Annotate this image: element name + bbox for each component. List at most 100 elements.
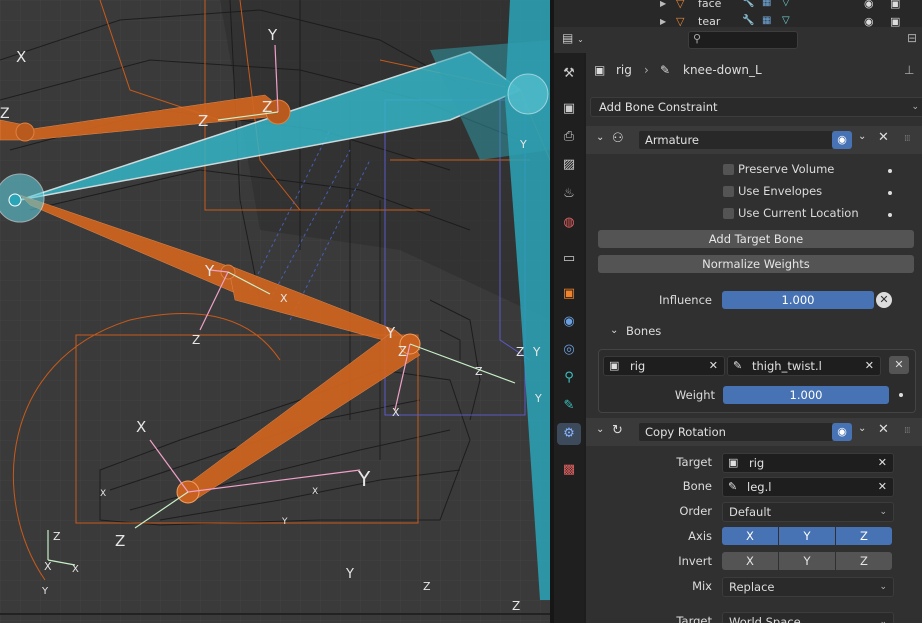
target-bone-field[interactable]: ✎ thigh_twist.l ✕ <box>727 356 881 376</box>
svg-text:Z: Z <box>398 345 407 360</box>
svg-text:Z: Z <box>512 599 520 613</box>
use-envelopes-checkbox[interactable] <box>723 186 734 197</box>
pin-icon[interactable]: ⊥ <box>904 63 914 77</box>
svg-text:Y: Y <box>345 567 354 582</box>
collapse-arrow-icon[interactable]: ⌄ <box>596 424 604 435</box>
axis-y-toggle[interactable]: Y <box>779 527 835 545</box>
disable-keep-transform-icon[interactable]: ✕ <box>876 292 892 308</box>
weight-slider[interactable]: 1.000 <box>723 386 889 404</box>
world-icon[interactable]: ◍ <box>557 212 581 234</box>
svg-text:Z: Z <box>192 333 200 347</box>
svg-text:Z: Z <box>0 106 10 122</box>
collapse-arrow-icon[interactable]: ⌄ <box>610 325 618 336</box>
breadcrumb-bone: knee-down_L <box>683 63 762 77</box>
collapse-arrow-icon[interactable]: ⌄ <box>596 132 604 143</box>
svg-text:X: X <box>312 487 318 497</box>
copy-rotation-icon: ↻ <box>612 423 623 438</box>
physics-icon[interactable]: ◎ <box>557 339 581 361</box>
bone-icon: ✎ <box>728 480 738 493</box>
close-icon[interactable]: ✕ <box>878 422 889 437</box>
target-object-field[interactable]: ▣ rig ✕ <box>603 356 725 376</box>
svg-text:Z: Z <box>198 112 208 130</box>
scene-icon[interactable]: ♨ <box>557 183 581 205</box>
constraint-name-field[interactable]: Armature <box>638 130 834 150</box>
svg-text:Z: Z <box>262 98 272 116</box>
svg-text:Y: Y <box>41 586 49 597</box>
pin-icon[interactable]: ⊟ <box>907 31 917 45</box>
wrench-icon: 🔧 <box>742 15 755 26</box>
chevron-down-icon[interactable]: ⌄ <box>858 423 866 434</box>
keyframe-dot-icon[interactable] <box>888 169 892 173</box>
outliner-row[interactable]: ▶ ▽ face 🔧 ▦ ▽ ◉ ▣ <box>554 0 922 13</box>
bone-constraint-icon[interactable]: ⚙ <box>557 423 581 445</box>
order-dropdown[interactable]: Default ⌄ <box>722 502 894 522</box>
axis-x-toggle[interactable]: X <box>722 527 778 545</box>
add-target-bone-button[interactable]: Add Target Bone <box>598 230 914 248</box>
camera-icon[interactable]: ▣ <box>890 0 900 10</box>
expand-arrow-icon[interactable]: ▶ <box>660 0 666 8</box>
output-icon[interactable]: ⎙ <box>557 126 581 148</box>
collection-icon[interactable]: ▭ <box>557 248 581 270</box>
outliner[interactable]: ▶ ▽ face 🔧 ▦ ▽ ◉ ▣ ▶ ▽ tear 🔧 ▦ ▽ ◉ ▣ <box>554 0 922 28</box>
data-icon[interactable]: ⚲ <box>557 367 581 389</box>
eye-icon[interactable]: ◉ <box>832 131 852 149</box>
keyframe-dot-icon[interactable] <box>888 191 892 195</box>
render-icon[interactable]: ▣ <box>557 98 581 120</box>
chevron-down-icon[interactable]: ⌄ <box>858 131 866 142</box>
eye-icon[interactable]: ◉ <box>864 0 874 10</box>
clear-icon[interactable]: ✕ <box>709 357 718 375</box>
invert-z-toggle[interactable]: Z <box>836 552 892 570</box>
invert-y-toggle[interactable]: Y <box>779 552 835 570</box>
clear-icon[interactable]: ✕ <box>865 357 874 375</box>
target-bone-field[interactable]: ✎ leg.l ✕ <box>722 477 894 497</box>
bone-icon[interactable]: ✎ <box>557 395 581 417</box>
svg-text:Y: Y <box>204 262 215 280</box>
svg-text:Z: Z <box>115 532 125 550</box>
drag-handle-icon[interactable]: ⁞⁞⁞ <box>904 426 911 436</box>
svg-text:Z: Z <box>516 345 524 359</box>
svg-text:Y: Y <box>357 467 371 491</box>
axis-z-toggle[interactable]: Z <box>836 527 892 545</box>
texture-icon[interactable]: ▩ <box>557 459 581 481</box>
view-layer-icon[interactable]: ▨ <box>557 154 581 176</box>
clear-icon[interactable]: ✕ <box>878 454 887 472</box>
clear-icon[interactable]: ✕ <box>878 478 887 496</box>
modifier-icon[interactable]: ◉ <box>557 311 581 333</box>
copy-rotation-constraint-header[interactable]: ⌄ ↻ Copy Rotation ◉ ⌄ ✕ ⁞⁞⁞ <box>586 418 922 446</box>
target-object-field[interactable]: ▣ rig ✕ <box>722 453 894 473</box>
close-icon[interactable]: ✕ <box>878 130 889 145</box>
keyframe-dot-icon[interactable] <box>899 393 903 397</box>
search-input[interactable]: ⚲ <box>688 31 798 49</box>
editor-type-button[interactable]: ▤ ⌄ <box>562 31 590 49</box>
add-bone-constraint-button[interactable]: Add Bone Constraint ⌄ <box>590 97 922 117</box>
armature-constraint-header[interactable]: ⌄ ⚇ Armature ◉ ⌄ ✕ ⁞⁞⁞ <box>586 126 922 154</box>
invert-x-toggle[interactable]: X <box>722 552 778 570</box>
keyframe-dot-icon[interactable] <box>888 213 892 217</box>
normalize-weights-button[interactable]: Normalize Weights <box>598 255 914 273</box>
viewport-canvas[interactable]: X Y Z Z Y X Z Y Z X Y Z Y Z Y X Z Y X Z … <box>0 0 550 623</box>
use-current-location-checkbox[interactable] <box>723 208 734 219</box>
3d-viewport[interactable]: X Y Z Z Y X Z Y Z X Y Z Y Z Y X Z Y X Z … <box>0 0 550 623</box>
eye-icon[interactable]: ◉ <box>832 423 852 441</box>
mesh-data-icon: ▦ <box>762 0 772 8</box>
drag-handle-icon[interactable]: ⁞⁞⁞ <box>904 134 911 144</box>
influence-slider[interactable]: 1.000 <box>722 291 874 309</box>
bones-section-label: Bones <box>626 324 662 338</box>
target-space-dropdown[interactable]: World Space ⌄ <box>722 612 894 623</box>
breadcrumb-object: rig <box>616 63 632 77</box>
svg-text:Y: Y <box>385 324 396 342</box>
preserve-volume-checkbox[interactable] <box>723 164 734 175</box>
armature-icon: ▣ <box>594 63 606 77</box>
expand-arrow-icon[interactable]: ▶ <box>660 17 666 26</box>
search-icon: ⚲ <box>693 32 702 45</box>
remove-target-button[interactable]: ✕ <box>889 356 909 374</box>
constraint-name-field[interactable]: Copy Rotation <box>638 422 834 442</box>
chevron-right-icon: › <box>644 63 649 77</box>
armature-icon: ▣ <box>728 456 739 469</box>
svg-text:X: X <box>72 564 79 575</box>
svg-text:X: X <box>392 406 400 419</box>
mix-dropdown[interactable]: Replace ⌄ <box>722 577 894 597</box>
chevron-down-icon: ⌄ <box>879 507 887 517</box>
object-icon[interactable]: ▣ <box>557 283 581 305</box>
tool-icon[interactable]: ⚒ <box>557 63 581 85</box>
